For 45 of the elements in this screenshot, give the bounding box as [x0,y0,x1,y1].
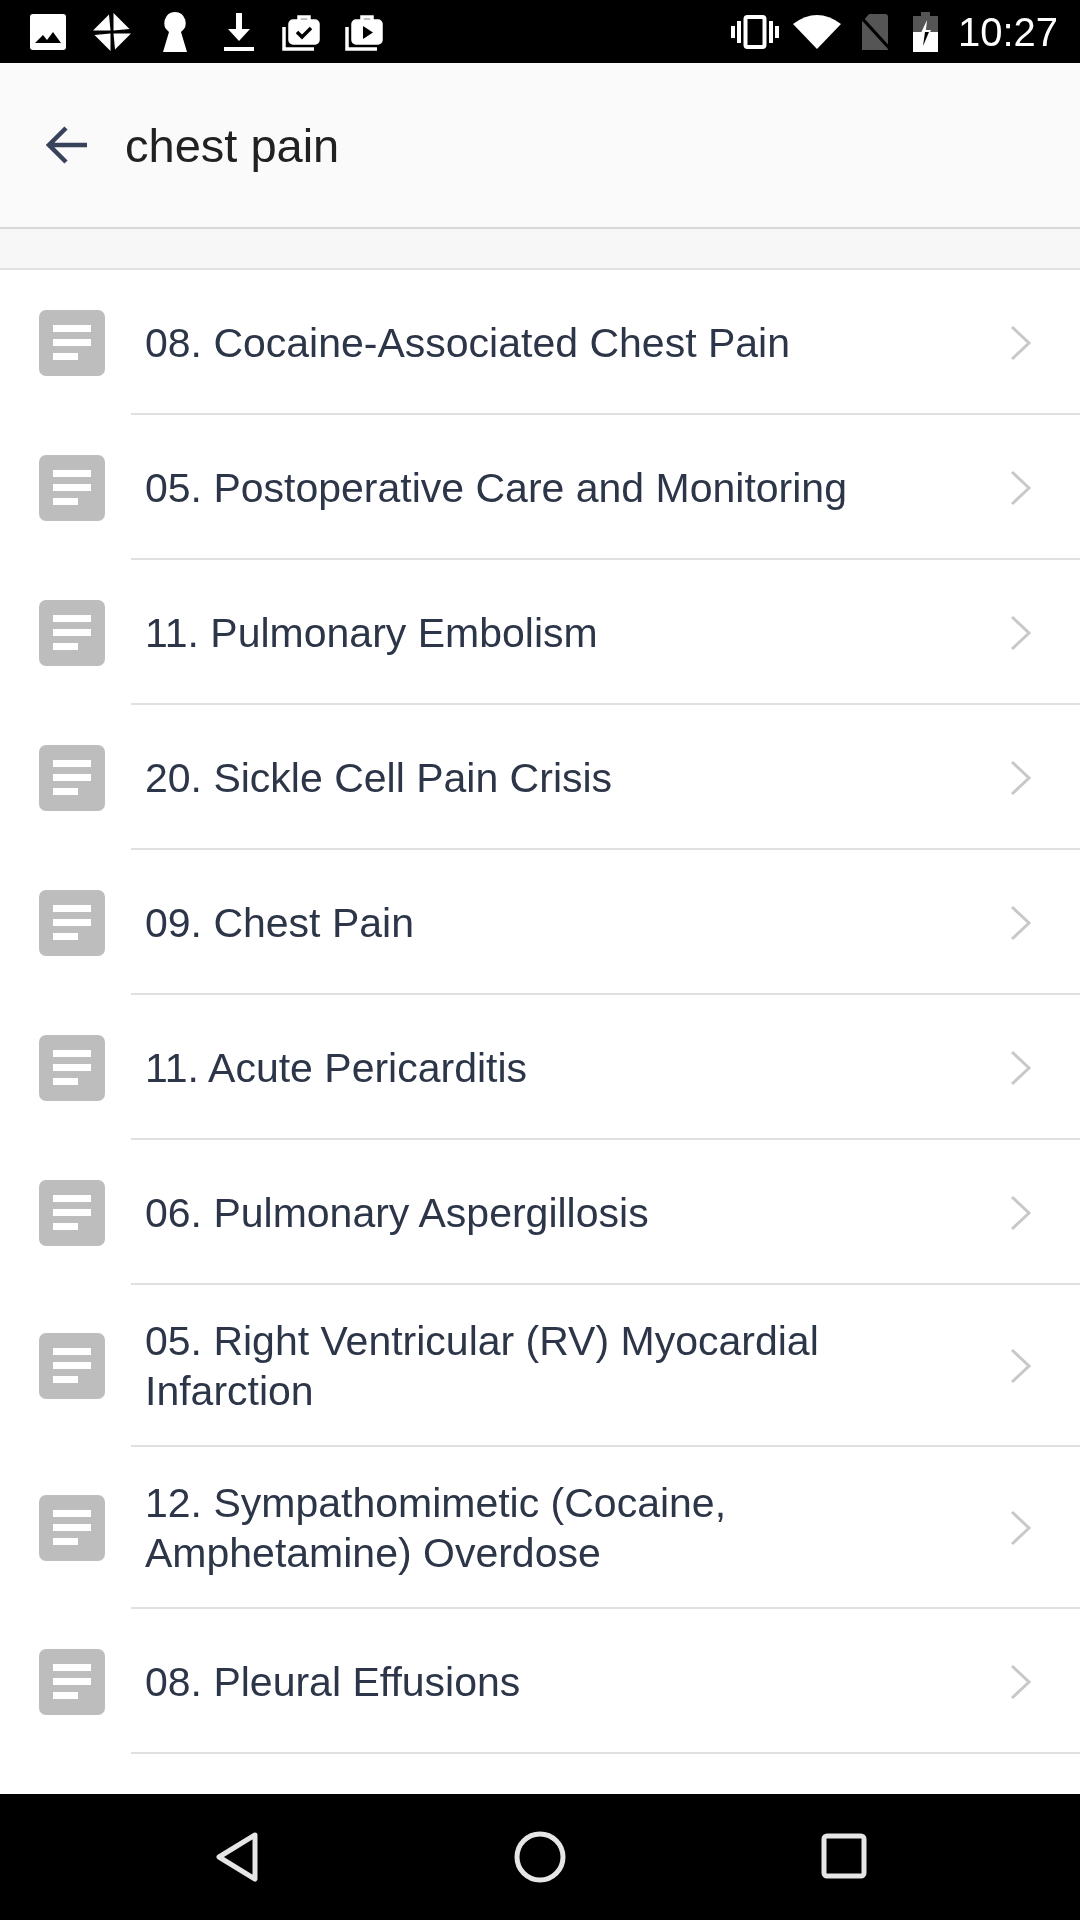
document-icon [39,309,105,376]
chevron-right-icon [1010,1510,1032,1546]
download-icon [224,12,254,51]
chevron-right-icon [1010,614,1032,651]
briefcase-check-icon [282,12,320,51]
chevron-right-icon [1010,1194,1032,1231]
document-icon [39,454,105,521]
result-title: 08. Pleural Effusions [145,1657,522,1707]
chevron-right-icon [1010,759,1032,796]
chevron-right-icon [1010,1049,1032,1086]
result-title: 11. Acute Pericarditis [145,1043,529,1093]
result-title: 20. Sickle Cell Pain Crisis [145,753,614,803]
document-icon [39,599,105,666]
search-query-title: chest pain [125,117,340,173]
back-triangle-icon[interactable] [214,1831,260,1883]
recents-square-icon[interactable] [821,1833,867,1879]
vibrate-icon [730,14,779,49]
result-title: 11. Pulmonary Embolism [145,608,599,658]
chevron-right-icon [1010,904,1032,941]
result-title: 08. Cocaine-Associated Chest Pain [145,318,791,368]
back-arrow-icon [46,126,89,164]
result-title: 05. Postoperative Care and Monitoring [145,463,848,513]
document-icon [39,1648,105,1715]
clock-time: 10:27 [957,11,1058,52]
result-title: 06. Pulmonary Aspergillosis [145,1188,650,1238]
chevron-right-icon [1010,1663,1032,1700]
wifi-icon [792,14,841,49]
keyhole-icon [162,11,188,52]
document-icon [39,1034,105,1101]
chevron-right-icon [1010,469,1032,506]
document-icon [39,744,105,811]
result-title: 05. Right Ventricular (RV) Myocardial Infarction [145,1317,820,1416]
document-icon [39,1495,105,1561]
image-icon [30,13,66,50]
pinwheel-icon [92,11,132,52]
result-title: 09. Chest Pain [145,898,415,948]
document-icon [39,1179,105,1246]
chevron-right-icon [1010,1348,1032,1384]
result-title: 12. Sympathomimetic (Cocaine, Amphetamine) Overdose [145,1479,728,1578]
chevron-right-icon [1010,324,1032,361]
document-icon [39,1333,105,1399]
document-icon [39,889,105,956]
battery-charging-icon [912,11,938,52]
briefcase-play-icon [345,12,383,51]
home-circle-icon[interactable] [514,1831,566,1883]
